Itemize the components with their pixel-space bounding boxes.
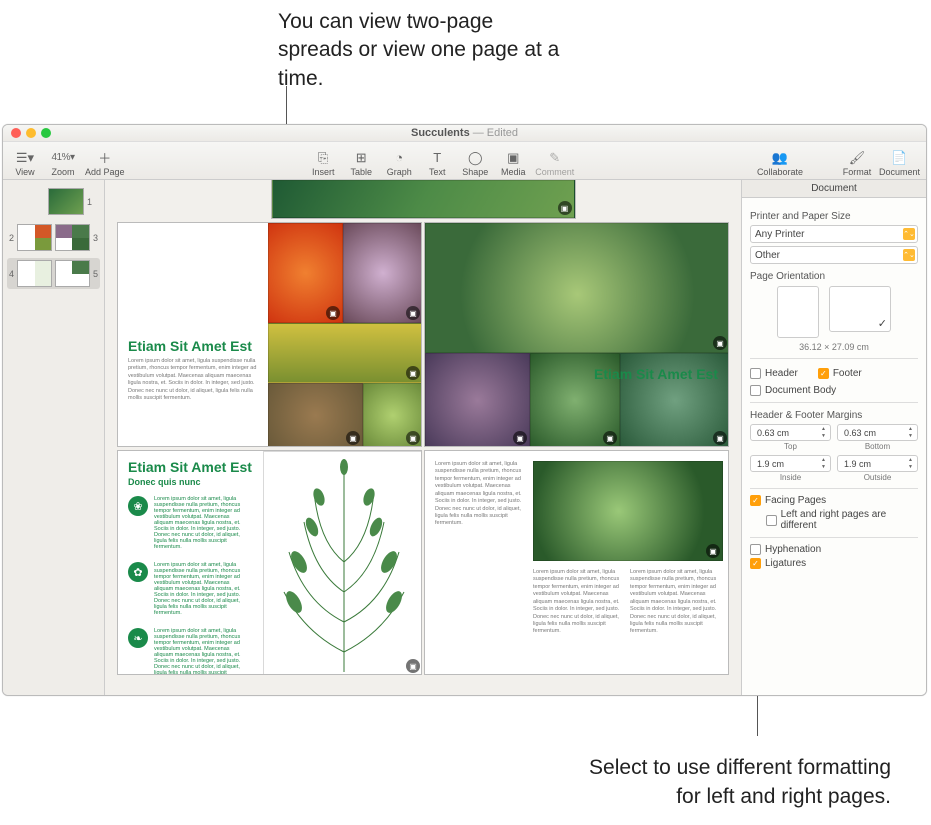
page-thumbnails: 1 2 3 4 5	[3, 180, 105, 695]
image-icon: ▣	[603, 431, 617, 445]
image-icon: ▣	[558, 201, 572, 215]
lr-different-checkbox[interactable]: Left and right pages are different	[766, 509, 918, 531]
body-text: Lorem ipsum dolor sit amet, ligula suspe…	[435, 461, 525, 661]
image-icon: ▣	[406, 366, 420, 380]
media-button[interactable]: ▣Media	[497, 148, 529, 177]
callout-line	[286, 86, 287, 126]
collaborate-button[interactable]: 👥Collaborate	[757, 148, 803, 177]
hf-margins-label: Header & Footer Margins	[750, 410, 918, 421]
image-icon: ▣	[406, 659, 420, 673]
zoom-button[interactable]: 41%▾Zoom	[47, 148, 79, 177]
leaf-icon: ❧	[128, 628, 148, 648]
footer-checkbox[interactable]: ✓Footer	[818, 368, 862, 379]
outside-margin-stepper[interactable]: 1.9 cm▲▼	[837, 455, 918, 472]
inside-margin-stepper[interactable]: 1.9 cm▲▼	[750, 455, 831, 472]
page-heading: Etiam Sit Amet Est	[128, 459, 252, 475]
callout-bottom: Select to use different formatting for l…	[586, 754, 891, 811]
titlebar: Succulents — Edited	[3, 125, 926, 142]
document-body-checkbox[interactable]: Document Body	[750, 385, 918, 396]
image-icon: ▣	[706, 544, 720, 558]
graph-button[interactable]: ◔Graph	[383, 148, 415, 177]
image-icon: ▣	[326, 306, 340, 320]
fern-illustration	[264, 452, 422, 675]
view-button[interactable]: ☰▾View	[9, 148, 41, 177]
comment-button[interactable]: ✎Comment	[535, 148, 574, 177]
image-icon: ▣	[513, 431, 527, 445]
image-icon: ▣	[713, 336, 727, 350]
orientation-portrait[interactable]	[777, 286, 819, 338]
bottom-margin-stepper[interactable]: 0.63 cm▲▼	[837, 424, 918, 441]
page-1[interactable]: ▣	[271, 180, 576, 219]
image-icon: ▣	[713, 431, 727, 445]
paper-select[interactable]: Other⌃⌄	[750, 246, 918, 264]
page-2[interactable]: ▣ ▣ ▣ ▣ ▣ Etiam Sit Amet Est Lorem ipsum…	[117, 222, 422, 447]
image-icon: ▣	[346, 431, 360, 445]
document-canvas[interactable]: ▣ ▣ ▣ ▣ ▣ ▣ Etiam Sit Amet Est Lorem ips…	[105, 180, 741, 695]
insert-button[interactable]: ⎘Insert	[307, 148, 339, 177]
document-button[interactable]: 📄Document	[879, 148, 920, 177]
callout-top: You can view two-page spreads or view on…	[278, 8, 568, 93]
leaf-icon: ❀	[128, 496, 148, 516]
check-icon: ✓	[878, 317, 887, 330]
inspector-tab-document[interactable]: Document	[742, 180, 926, 198]
body-text: Lorem ipsum dolor sit amet, ligula suspe…	[630, 569, 720, 669]
thumb-page-1[interactable]: 1	[7, 186, 100, 217]
table-button[interactable]: ⊞Table	[345, 148, 377, 177]
page-heading: Etiam Sit Amet Est	[594, 366, 718, 382]
facing-pages-checkbox[interactable]: ✓Facing Pages	[750, 495, 918, 506]
body-text: Lorem ipsum dolor sit amet, ligula suspe…	[128, 358, 258, 418]
shape-button[interactable]: ◯Shape	[459, 148, 491, 177]
thumb-spread-2-3[interactable]: 2 3	[7, 222, 100, 253]
toolbar: ☰▾View 41%▾Zoom ＋Add Page ⎘Insert ⊞Table…	[3, 142, 926, 180]
page-5[interactable]: Lorem ipsum dolor sit amet, ligula suspe…	[424, 450, 729, 675]
format-button[interactable]: 🖌Format	[841, 148, 873, 177]
orientation-label: Page Orientation	[750, 271, 918, 282]
thumb-spread-4-5[interactable]: 4 5	[7, 258, 100, 289]
page-dimensions: 36.12 × 27.09 cm	[750, 342, 918, 352]
page-4[interactable]: Etiam Sit Amet Est Donec quis nunc ❀Lore…	[117, 450, 422, 675]
callout-line	[757, 696, 758, 736]
image-icon: ▣	[406, 306, 420, 320]
fullscreen-button[interactable]	[41, 128, 51, 138]
printer-select[interactable]: Any Printer⌃⌄	[750, 225, 918, 243]
image-icon: ▣	[406, 431, 420, 445]
doc-title: Succulents — Edited	[411, 127, 518, 139]
page-heading: Etiam Sit Amet Est	[128, 338, 252, 354]
inspector-panel: Document Printer and Paper Size Any Prin…	[741, 180, 926, 695]
minimize-button[interactable]	[26, 128, 36, 138]
hyphenation-checkbox[interactable]: Hyphenation	[750, 544, 918, 555]
orientation-landscape[interactable]: ✓	[829, 286, 891, 332]
top-margin-stepper[interactable]: 0.63 cm▲▼	[750, 424, 831, 441]
header-checkbox[interactable]: Header	[750, 368, 798, 379]
app-window: Succulents — Edited ☰▾View 41%▾Zoom ＋Add…	[2, 124, 927, 696]
printer-size-label: Printer and Paper Size	[750, 211, 918, 222]
ligatures-checkbox[interactable]: ✓Ligatures	[750, 558, 918, 569]
close-button[interactable]	[11, 128, 21, 138]
leaf-icon: ✿	[128, 562, 148, 582]
text-button[interactable]: TText	[421, 148, 453, 177]
page-subhead: Donec quis nunc	[128, 477, 201, 487]
page-3[interactable]: ▣ ▣ ▣ ▣ Etiam Sit Amet Est	[424, 222, 729, 447]
body-text: Lorem ipsum dolor sit amet, ligula suspe…	[533, 569, 623, 669]
add-page-button[interactable]: ＋Add Page	[85, 148, 125, 177]
